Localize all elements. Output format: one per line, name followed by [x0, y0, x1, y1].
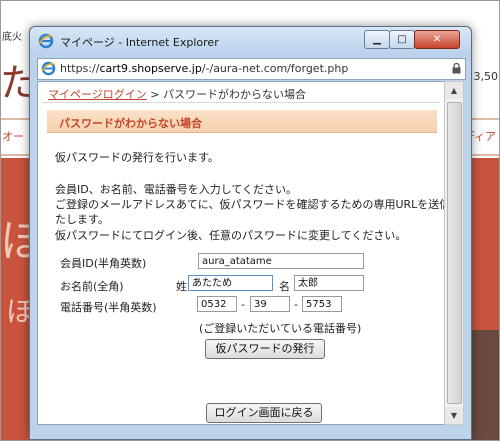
url-scheme: https:// [60, 62, 100, 75]
intro-text: 仮パスワードの発行を行います。 [55, 151, 219, 164]
internet-explorer-icon [41, 61, 56, 76]
address-bar[interactable]: https://cart9.shopserve.jp/-/aura-net.co… [37, 58, 466, 80]
breadcrumb: マイページログイン > パスワードがわからない場合 [48, 86, 306, 102]
scrollbar-thumb[interactable] [447, 102, 462, 404]
member-id-label: 会員ID(半角英数) [60, 257, 147, 270]
first-name-prefix: 名 [279, 280, 290, 293]
scroll-down-arrow-icon[interactable]: ▼ [445, 407, 463, 424]
phone-area-input[interactable]: 0532 [197, 296, 237, 312]
background-header-text: 底火 [2, 32, 22, 43]
phone-note: (ご登録いただいている電話番号) [199, 322, 362, 335]
internet-explorer-icon [38, 33, 54, 49]
section-title: パスワードがわからない場合 [59, 117, 202, 130]
close-button[interactable]: ✕ [414, 30, 460, 49]
background-price: 3,50 [473, 70, 499, 83]
url-path: /-/aura-net.com/forget.php [201, 62, 349, 75]
back-to-login-button[interactable]: ログイン画面に戻る [206, 403, 322, 423]
first-name-input[interactable]: 太郎 [294, 275, 364, 291]
last-name-input[interactable]: あたため [188, 275, 273, 291]
issue-temp-password-button[interactable]: 仮パスワードの発行 [205, 339, 325, 359]
breadcrumb-link-mypage-login[interactable]: マイページログイン [48, 88, 147, 101]
last-name-prefix: 姓 [176, 280, 187, 293]
scroll-up-arrow-icon[interactable]: ▲ [445, 82, 463, 99]
background-nav-left: オー [2, 130, 24, 143]
name-label: お名前(全角) [60, 280, 124, 293]
ie-popup-window: マイページ - Internet Explorer ▁ □ ✕ https://… [29, 26, 472, 440]
phone-number-input[interactable]: 5753 [302, 296, 342, 312]
vertical-scrollbar[interactable]: ▲ ▼ [444, 81, 464, 425]
page-content: マイページログイン > パスワードがわからない場合 パスワードがわからない場合 … [37, 81, 445, 425]
phone-separator: - [294, 298, 298, 311]
instruction-line: 仮パスワードにてログイン後、任意のパスワードに変更してください。 [55, 229, 407, 242]
section-header: パスワードがわからない場合 [47, 110, 437, 133]
url-host: cart9.shopserve.jp [99, 62, 202, 75]
breadcrumb-current: パスワードがわからない場合 [163, 88, 306, 101]
breadcrumb-divider [42, 102, 440, 103]
maximize-button[interactable]: □ [389, 30, 415, 49]
title-bar[interactable]: マイページ - Internet Explorer ▁ □ ✕ [30, 27, 471, 55]
instruction-line: たします。 [55, 213, 109, 226]
breadcrumb-separator: > [150, 88, 160, 101]
member-id-input[interactable]: aura_atatame [198, 253, 364, 269]
url-text: https://cart9.shopserve.jp/-/aura-net.co… [60, 62, 348, 75]
phone-exchange-input[interactable]: 39 [250, 296, 290, 312]
lock-icon [452, 63, 461, 74]
instruction-line: ご登録のメールアドレスあてに、仮パスワードを確認するための専用URLを送信い [55, 198, 445, 211]
phone-label: 電話番号(半角英数) [60, 301, 157, 314]
phone-separator: - [241, 298, 245, 311]
minimize-button[interactable]: ▁ [364, 30, 390, 49]
instruction-line: 会員ID、お名前、電話番号を入力してください。 [55, 183, 298, 196]
window-title: マイページ - Internet Explorer [60, 36, 219, 49]
